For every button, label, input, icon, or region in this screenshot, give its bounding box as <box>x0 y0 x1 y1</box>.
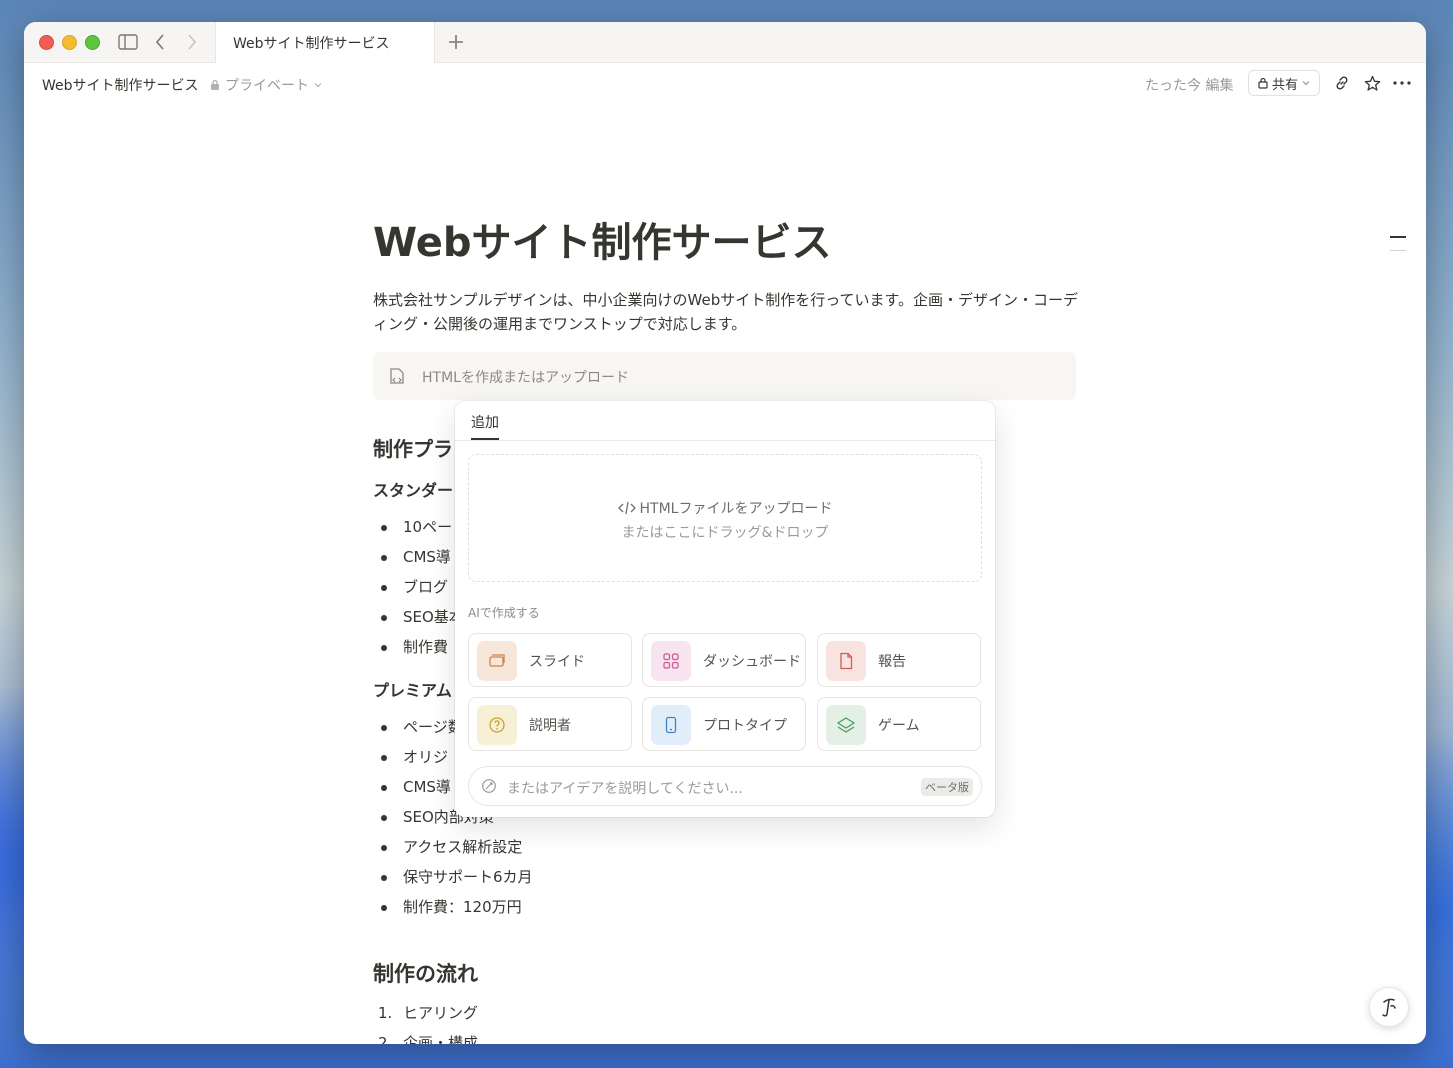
upload-dropzone[interactable]: HTMLファイルをアップロード またはここにドラッグ&ドロップ <box>468 454 982 582</box>
phone-icon <box>651 705 691 745</box>
html-embed-block[interactable]: HTMLを作成またはアップロード <box>373 352 1076 400</box>
list-item[interactable]: 1. ヒアリング <box>373 998 478 1028</box>
standard-plan-list: 10ペー CMS導 ブログ SEO基本 制作費 <box>373 512 464 662</box>
ai-assistant-button[interactable] <box>1369 987 1409 1027</box>
drag-drop-hint: またはここにドラッグ&ドロップ <box>621 525 829 541</box>
link-icon[interactable] <box>1330 71 1354 95</box>
more-options-icon[interactable] <box>1390 71 1414 95</box>
tab-active[interactable]: Webサイト制作サービス <box>215 22 435 63</box>
list-item[interactable]: アクセス解析設定 <box>373 832 533 862</box>
share-label: 共有 <box>1271 77 1298 93</box>
card-label: スライド <box>529 654 585 670</box>
app-window: Webサイト制作サービス Webサイト制作サービス プライベート たった今 編集… <box>24 22 1426 1044</box>
back-arrow-icon[interactable] <box>148 30 172 54</box>
create-game-button[interactable]: ゲーム <box>817 697 981 751</box>
create-report-button[interactable]: 報告 <box>817 633 981 687</box>
create-slides-button[interactable]: スライド <box>468 633 632 687</box>
ai-assistant-icon <box>1382 998 1396 1017</box>
add-html-popup: 追加 HTMLファイルをアップロード またはここにドラッグ&ドロップ AIで作成… <box>455 401 995 817</box>
question-icon <box>477 705 517 745</box>
create-explainer-button[interactable]: 説明者 <box>468 697 632 751</box>
star-icon[interactable] <box>1360 71 1384 95</box>
list-item[interactable]: SEO基本 <box>373 602 464 632</box>
tab-bar: Webサイト制作サービス <box>24 22 1426 63</box>
list-number: 2. <box>378 1034 393 1044</box>
list-item[interactable]: 2. 企画・構成 <box>373 1028 478 1044</box>
lock-icon <box>1258 77 1268 89</box>
divider <box>455 440 995 441</box>
list-item[interactable]: 10ペー <box>373 512 464 542</box>
list-item[interactable]: ブログ <box>373 572 464 602</box>
idea-placeholder: またはアイデアを説明してください... <box>507 781 743 797</box>
list-item[interactable]: CMS導 <box>373 542 464 572</box>
chevron-down-icon <box>314 83 322 88</box>
upload-label: HTMLファイルをアップロード <box>639 501 833 517</box>
standard-plan-heading[interactable]: スタンダー <box>373 477 453 501</box>
breadcrumb[interactable]: Webサイト制作サービス <box>42 75 199 95</box>
share-button[interactable]: 共有 <box>1248 70 1320 96</box>
create-prototype-button[interactable]: プロトタイプ <box>642 697 806 751</box>
lock-icon <box>211 79 219 90</box>
page-title[interactable]: Webサイト制作サービス <box>373 210 831 268</box>
list-item[interactable]: 制作費：120万円 <box>373 892 533 922</box>
sidebar-toggle-icon[interactable] <box>116 30 140 54</box>
beta-badge: ベータ版 <box>921 778 973 796</box>
toc-indicator[interactable] <box>1390 250 1406 251</box>
close-window-button[interactable] <box>39 35 54 50</box>
upload-line1-wrap: HTMLファイルをアップロード <box>469 498 981 518</box>
layers-icon <box>826 705 866 745</box>
html-embed-icon <box>387 366 407 390</box>
card-label: ゲーム <box>878 718 920 734</box>
list-text: ヒアリング <box>403 1004 479 1022</box>
section-heading-flow[interactable]: 制作の流れ <box>373 958 478 988</box>
intro-paragraph[interactable]: 株式会社サンプルデザインは、中小企業向けのWebサイト制作を行っています。企画・… <box>373 288 1083 336</box>
new-tab-plus-icon[interactable] <box>444 30 468 54</box>
create-dashboard-button[interactable]: ダッシュボード <box>642 633 806 687</box>
premium-plan-heading[interactable]: プレミアム <box>373 677 452 701</box>
page-topbar: Webサイト制作サービス プライベート たった今 編集 共有 <box>24 63 1426 105</box>
card-label: ダッシュボード <box>703 654 801 670</box>
last-edited-label: たった今 編集 <box>1145 78 1234 94</box>
toc-indicator-active[interactable] <box>1390 236 1406 238</box>
list-item[interactable]: 保守サポート6カ月 <box>373 862 533 892</box>
dashboard-icon <box>651 641 691 681</box>
privacy-dropdown[interactable]: プライベート <box>210 75 322 95</box>
maximize-window-button[interactable] <box>85 35 100 50</box>
card-label: 報告 <box>878 654 906 670</box>
tab-title: Webサイト制作サービス <box>233 36 390 52</box>
document-icon <box>826 641 866 681</box>
minimize-window-button[interactable] <box>62 35 77 50</box>
code-icon <box>617 501 636 515</box>
card-label: プロトタイプ <box>703 718 787 734</box>
list-text: 企画・構成 <box>403 1034 479 1044</box>
section-heading-plans[interactable]: 制作プラ <box>373 433 453 462</box>
privacy-label: プライベート <box>225 78 309 94</box>
card-label: 説明者 <box>529 718 571 734</box>
idea-input[interactable]: またはアイデアを説明してください... ベータ版 <box>468 766 982 806</box>
ai-sparkle-icon <box>481 778 497 798</box>
slides-icon <box>477 641 517 681</box>
ai-create-label: AIで作成する <box>468 606 540 620</box>
flow-list: 1. ヒアリング 2. 企画・構成 <box>373 998 478 1044</box>
list-item[interactable]: 制作費 <box>373 632 464 662</box>
html-embed-label: HTMLを作成またはアップロード <box>422 370 629 386</box>
tab-add[interactable]: 追加 <box>471 412 499 432</box>
chevron-down-icon <box>1302 81 1310 86</box>
forward-arrow-icon[interactable] <box>180 30 204 54</box>
list-number: 1. <box>378 1004 393 1022</box>
